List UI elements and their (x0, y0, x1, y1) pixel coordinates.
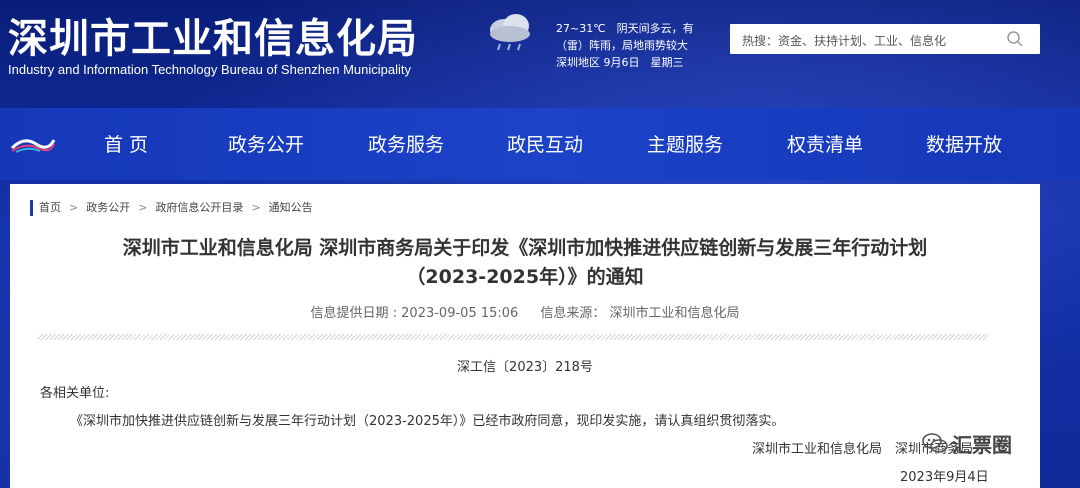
breadcrumb-info-directory[interactable]: 政府信息公开目录 (155, 201, 243, 214)
weather-line-3: 深圳地区 9月6日 星期三 (556, 56, 684, 69)
nav-item-topic-services[interactable]: 主题服务 (647, 130, 723, 157)
search-icon[interactable] (1006, 30, 1024, 48)
breadcrumb-separator: > (251, 201, 261, 214)
breadcrumb-notices[interactable]: 通知公告 (269, 201, 313, 214)
issue-date: 2023年9月4日 (900, 470, 989, 485)
breadcrumb: 首页 > 政务公开 > 政府信息公开目录 > 通知公告 (30, 200, 313, 216)
breadcrumb-home[interactable]: 首页 (39, 201, 61, 214)
watermark-text: 汇票圈 (952, 432, 1012, 457)
wechat-icon (922, 433, 948, 453)
document-number: 深工信〔2023〕218号 (457, 360, 593, 375)
source-value: 深圳市工业和信息化局 (609, 306, 740, 321)
search-hot-keywords[interactable]: 热搜：资金、扶持计划、工业、信息化 (742, 32, 946, 49)
shenzhen-logo-icon[interactable] (10, 132, 56, 154)
nav-item-home[interactable]: 首 页 (104, 130, 148, 157)
nav-item-open-data[interactable]: 数据开放 (926, 130, 1002, 157)
weather-line-1: 27~31℃ 阴天间多云，有 (556, 22, 694, 35)
main-nav: 首 页 政务公开 政务服务 政民互动 主题服务 权责清单 数据开放 (0, 108, 1080, 180)
nav-item-gov-affairs-open[interactable]: 政务公开 (228, 130, 304, 157)
site-subtitle-en: Industry and Information Technology Bure… (8, 62, 412, 77)
source-label: 信息来源： (540, 306, 606, 321)
article-body: 《深圳市加快推进供应链创新与发展三年行动计划（2023-2025年）》已经市政府… (70, 414, 785, 429)
weather-info: 27~31℃ 阴天间多云，有 （雷）阵雨，局地雨势较大 深圳地区 9月6日 星期… (556, 20, 716, 71)
title-divider (38, 334, 988, 340)
site-title[interactable]: 深圳市工业和信息化局 (8, 6, 418, 64)
article-title: 深圳市工业和信息化局 深圳市商务局关于印发《深圳市加快推进供应链创新与发展三年行… (40, 234, 1010, 292)
nav-item-power-list[interactable]: 权责清单 (787, 130, 863, 157)
article-meta: 信息提供日期 : 2023-09-05 15:06 信息来源： 深圳市工业和信息化… (10, 302, 1040, 321)
site-header: 深圳市工业和信息化局 Industry and Information Tech… (0, 0, 1080, 108)
weather-line-2: （雷）阵雨，局地雨势较大 (556, 39, 688, 52)
recipients: 各相关单位: (40, 386, 110, 401)
breadcrumb-separator: > (138, 201, 148, 214)
wechat-watermark: 汇票圈 (922, 430, 1052, 457)
article-title-line-1: 深圳市工业和信息化局 深圳市商务局关于印发《深圳市加快推进供应链创新与发展三年行… (122, 237, 928, 259)
nav-item-interaction[interactable]: 政民互动 (507, 130, 583, 157)
article-title-line-2: （2023-2025年）》的通知 (406, 266, 644, 288)
rain-cloud-icon (490, 14, 530, 51)
search-input[interactable]: 热搜：资金、扶持计划、工业、信息化 (730, 24, 1040, 54)
breadcrumb-gov-affairs[interactable]: 政务公开 (86, 201, 130, 214)
publish-date: 信息提供日期 : 2023-09-05 15:06 (310, 306, 519, 321)
nav-item-gov-services[interactable]: 政务服务 (368, 130, 444, 157)
article-container: 首页 > 政务公开 > 政府信息公开目录 > 通知公告 深圳市工业和信息化局 深圳市商务局关… (10, 184, 1040, 488)
breadcrumb-separator: > (69, 201, 79, 214)
